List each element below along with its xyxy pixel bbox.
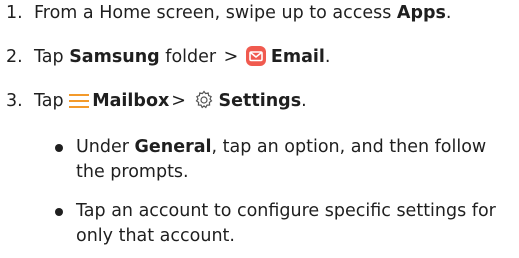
- step-1-text: From a Home screen, swipe up to access A…: [34, 2, 452, 24]
- step-punct: .: [301, 91, 307, 111]
- bullet-1-line-2: the prompts.: [76, 161, 189, 183]
- step-number: 3.: [6, 91, 23, 111]
- step-punct: .: [445, 3, 452, 23]
- settings-term: Settings: [218, 91, 302, 111]
- step-number: 1.: [6, 3, 23, 23]
- samsung-term: Samsung: [69, 47, 160, 67]
- gear-icon: [194, 90, 214, 116]
- email-app-icon: [245, 46, 266, 72]
- general-term: General: [134, 137, 212, 157]
- step-2-text: Tap Samsung folder > Email.: [34, 46, 330, 72]
- step-punct: .: [324, 47, 331, 67]
- bullet-text: only that account.: [76, 226, 235, 246]
- bullet-text: , tap an option, and then follow: [211, 137, 487, 157]
- bullet-dot: [55, 144, 63, 152]
- path-separator: >: [171, 91, 186, 111]
- step-2: 2.: [6, 46, 23, 68]
- step-text: folder: [159, 47, 222, 67]
- step-3-text: Tap Mailbox > Settings.: [34, 90, 307, 116]
- step-1: 1.: [6, 2, 23, 24]
- bullet-2-line-2: only that account.: [76, 225, 235, 247]
- step-text: Tap: [34, 47, 70, 67]
- mailbox-term: Mailbox: [92, 91, 170, 111]
- bullet-2-line-1: Tap an account to configure specific set…: [76, 200, 496, 222]
- bullet-dot: [55, 208, 63, 216]
- step-text: Tap: [34, 91, 70, 111]
- bullet-text: Tap an account to configure specific set…: [76, 201, 496, 221]
- email-term: Email: [270, 47, 325, 67]
- step-3: 3.: [6, 90, 23, 112]
- apps-term: Apps: [396, 3, 446, 23]
- menu-lines-icon: [69, 92, 90, 116]
- step-number: 2.: [6, 47, 23, 67]
- instructions: 1. From a Home screen, swipe up to acces…: [0, 0, 519, 258]
- path-separator: >: [223, 47, 239, 67]
- bullet-text: the prompts.: [76, 162, 189, 182]
- bullet-text: Under: [76, 137, 135, 157]
- step-text: From a Home screen, swipe up to access: [34, 3, 397, 23]
- bullet-1-line-1: Under General, tap an option, and then f…: [76, 136, 486, 158]
